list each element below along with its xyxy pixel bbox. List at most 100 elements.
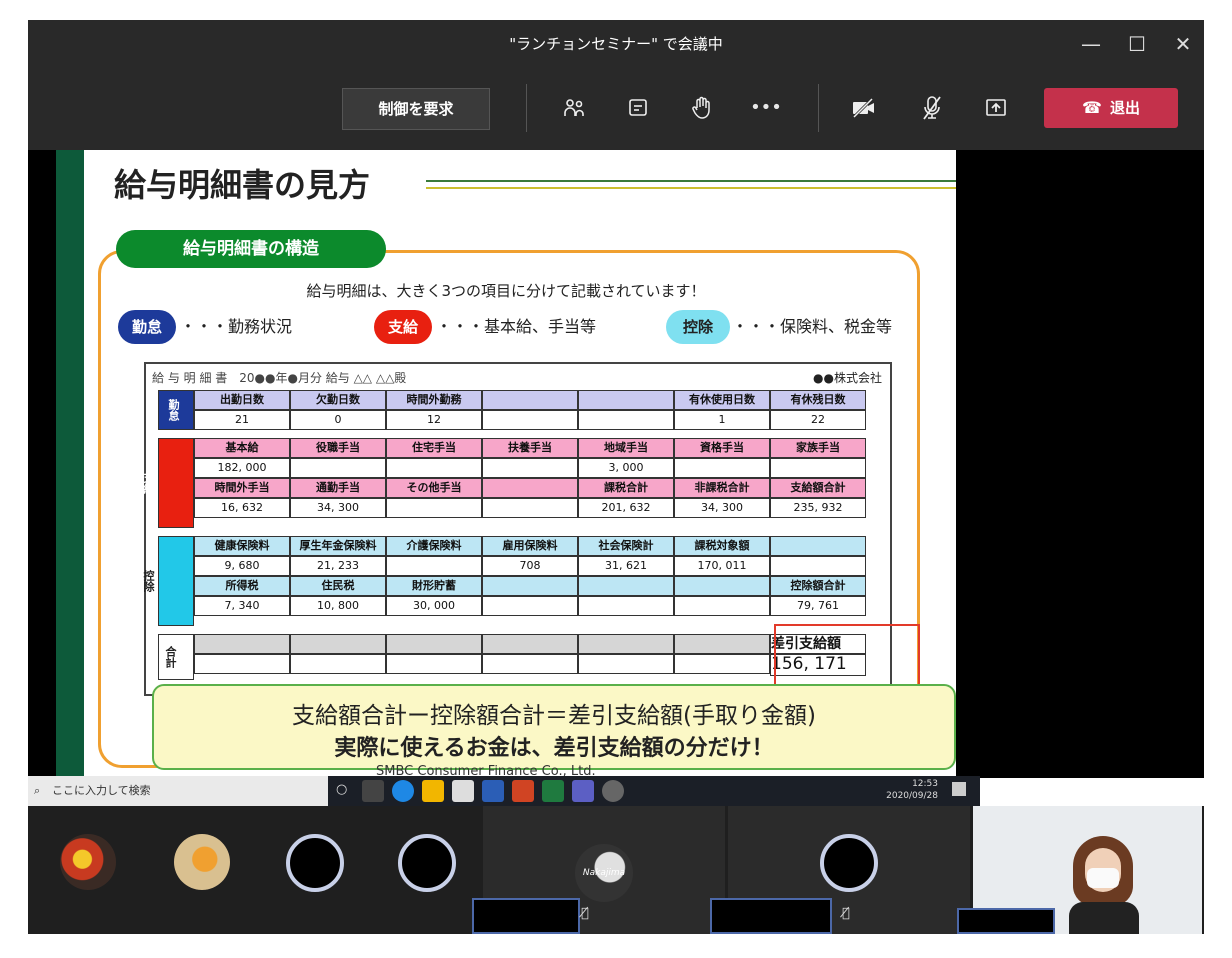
total-cell <box>578 634 674 654</box>
section-label: 合計 <box>158 634 194 680</box>
minimize-button[interactable]: — <box>1068 20 1114 68</box>
koujo-value <box>482 596 578 616</box>
total-cell <box>194 634 290 654</box>
presentation-slide: 給与明細書の見方 給与明細書の構造 給与明細は、大きく3つの項目に分けて記載され… <box>56 150 956 778</box>
shikyu-value <box>386 458 482 478</box>
raise-hand-icon[interactable] <box>684 90 720 126</box>
koujo-value: 170, 011 <box>674 556 770 576</box>
name-label <box>957 908 1055 934</box>
shikyu-header: 役職手当 <box>290 438 386 458</box>
powerpoint-icon[interactable] <box>512 780 534 802</box>
shikyu-value <box>386 498 482 518</box>
chat-icon[interactable] <box>620 90 656 126</box>
teams-icon[interactable] <box>572 780 594 802</box>
shikyu-value: 3, 000 <box>578 458 674 478</box>
shikyu-value: 34, 300 <box>290 498 386 518</box>
participant-tile[interactable]: 🎙̸ <box>710 806 970 934</box>
request-control-button[interactable]: 制御を要求 <box>342 88 490 130</box>
total-cell <box>290 654 386 674</box>
total-cell <box>674 634 770 654</box>
close-button[interactable]: ✕ <box>1160 20 1206 68</box>
kintai-header: 出勤日数 <box>194 390 290 410</box>
shikyu-value: 16, 632 <box>194 498 290 518</box>
search-icon: ⌕ <box>34 784 41 797</box>
koujo-header: 所得税 <box>194 576 290 596</box>
koujo-header: 財形貯蓄 <box>386 576 482 596</box>
title-rule <box>426 180 956 182</box>
koujo-value: 708 <box>482 556 578 576</box>
participant-avatar[interactable] <box>174 834 230 890</box>
kintai-value: 1 <box>674 410 770 430</box>
shikyu-header: 住宅手当 <box>386 438 482 458</box>
section-label: 控除 <box>142 536 194 626</box>
participant-avatar[interactable] <box>60 834 116 890</box>
leave-label: 退出 <box>1109 99 1140 117</box>
koujo-header <box>482 576 578 596</box>
kintai-header <box>578 390 674 410</box>
koujo-value: 31, 621 <box>578 556 674 576</box>
total-cell <box>386 654 482 674</box>
total-cell <box>194 654 290 674</box>
self-video[interactable] <box>957 806 1202 934</box>
koujo-value: 30, 000 <box>386 596 482 616</box>
kintai-value: 0 <box>290 410 386 430</box>
total-cell <box>482 654 578 674</box>
leave-button[interactable]: ☎ 退出 <box>1044 88 1178 128</box>
participant-avatar[interactable] <box>286 834 344 892</box>
camera-off-icon[interactable] <box>846 90 882 126</box>
store-icon[interactable] <box>452 780 474 802</box>
app-icon[interactable] <box>602 780 624 802</box>
total-cell <box>578 654 674 674</box>
shikyu-header: その他手当 <box>386 478 482 498</box>
participant-tile[interactable]: Nakajima 🎙̸ <box>472 806 725 934</box>
koujo-value <box>578 596 674 616</box>
shikyu-header: 支給額合計 <box>770 478 866 498</box>
shikyu-header: 家族手当 <box>770 438 866 458</box>
shikyu-value: 235, 932 <box>770 498 866 518</box>
people-icon[interactable] <box>556 90 592 126</box>
shikyu-header: 通勤手当 <box>290 478 386 498</box>
shikyu-header: 地域手当 <box>578 438 674 458</box>
koujo-header: 課税対象額 <box>674 536 770 556</box>
koujo-value: 21, 233 <box>290 556 386 576</box>
shikyu-value: 201, 632 <box>578 498 674 518</box>
formula-text: 支給額合計ー控除額合計＝差引支給額(手取り金額) <box>292 703 816 729</box>
koujo-value: 79, 761 <box>770 596 866 616</box>
participant-avatar <box>820 834 878 892</box>
cortana-icon[interactable]: ○ <box>336 782 347 797</box>
section-label: 支給 <box>142 438 194 528</box>
total-cell <box>674 654 770 674</box>
koujo-value: 9, 680 <box>194 556 290 576</box>
kintai-value: 21 <box>194 410 290 430</box>
kintai-header: 時間外勤務 <box>386 390 482 410</box>
shikyu-value <box>674 458 770 478</box>
category-pill: 控除 <box>666 310 730 344</box>
formula-note: 実際に使えるお金は、差引支給額の分だけ！ <box>334 736 774 761</box>
koujo-header: 住民税 <box>290 576 386 596</box>
mic-off-icon: 🎙̸ <box>581 906 589 921</box>
explorer-icon[interactable] <box>422 780 444 802</box>
taskbar-clock[interactable]: 12:53 2020/09/28 <box>886 778 938 802</box>
excel-icon[interactable] <box>542 780 564 802</box>
shikyu-header: 課税合計 <box>578 478 674 498</box>
formula-box: 支給額合計ー控除額合計＝差引支給額(手取り金額) 実際に使えるお金は、差引支給額… <box>152 684 956 770</box>
kintai-header: 欠勤日数 <box>290 390 386 410</box>
shikyu-header: 資格手当 <box>674 438 770 458</box>
word-icon[interactable] <box>482 780 504 802</box>
mic-off-icon[interactable] <box>914 90 950 126</box>
kintai-value: 22 <box>770 410 866 430</box>
shikyu-header: 基本給 <box>194 438 290 458</box>
notification-icon[interactable] <box>952 782 966 796</box>
task-view-icon[interactable] <box>362 780 384 802</box>
share-icon[interactable] <box>978 90 1014 126</box>
taskbar-search[interactable]: ⌕ ここに入力して検索 <box>28 776 328 806</box>
more-options-button[interactable]: ••• <box>748 90 784 126</box>
kintai-value <box>482 410 578 430</box>
participant-avatar[interactable] <box>398 834 456 892</box>
meeting-toolbar: 制御を要求 ••• ☎ 退出 <box>28 68 1204 150</box>
maximize-button[interactable]: ☐ <box>1114 20 1160 68</box>
clock-time: 12:53 <box>912 779 938 789</box>
koujo-header: 健康保険料 <box>194 536 290 556</box>
edge-icon[interactable] <box>392 780 414 802</box>
video-mask <box>1087 868 1119 888</box>
